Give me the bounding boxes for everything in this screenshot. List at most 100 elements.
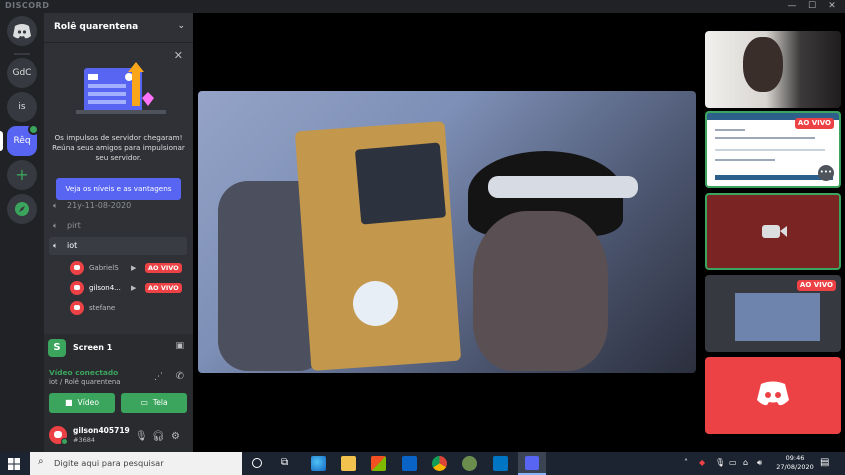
- voice-user-gabriels[interactable]: GabrielS ▶ AO VIVO: [70, 259, 188, 277]
- explore-servers-button[interactable]: [7, 194, 37, 224]
- edge-icon[interactable]: [311, 456, 326, 471]
- clock-time: 09:46: [785, 454, 805, 462]
- network-icon[interactable]: ⌂: [743, 458, 748, 467]
- connection-status[interactable]: Vídeo conectado: [49, 368, 118, 377]
- notifications-icon[interactable]: ▤: [820, 457, 829, 468]
- server-name: Rolê quarentena: [54, 22, 139, 32]
- doc-line: [715, 175, 833, 180]
- video-camera-icon: ▶: [131, 264, 137, 272]
- shared-screen-preview: [735, 293, 820, 341]
- clock-date: 27/08/2020: [776, 463, 814, 471]
- windows-taskbar: ⌕ Digite aqui para pesquisar ⧉ ˄ ◆ 🎙︎ ▭ …: [0, 452, 845, 475]
- video-microcontroller: [354, 142, 447, 225]
- home-button[interactable]: [7, 16, 37, 46]
- video-button[interactable]: ■ Vídeo: [49, 393, 115, 413]
- store-icon[interactable]: [371, 456, 386, 471]
- voice-user-gilson[interactable]: gilson4... ▶ AO VIVO: [70, 279, 188, 297]
- participant-face: [743, 37, 783, 92]
- video-cable: [488, 176, 638, 198]
- file-explorer-icon[interactable]: [341, 456, 356, 471]
- avatar: [70, 301, 84, 315]
- clock[interactable]: 09:46 27/08/2020: [775, 454, 815, 472]
- avatar: [70, 281, 84, 295]
- voice-panel: S Screen 1 ▣ Vídeo conectado iot / Rolê …: [44, 334, 193, 452]
- online-status-icon: [61, 438, 68, 445]
- channel-sidebar: Rolê quarentena ⌄ ✕ Os impulsos de servi…: [44, 13, 193, 452]
- search-icon: ⌕: [38, 456, 44, 467]
- server-list: GdC is Rêq +: [0, 13, 44, 452]
- discord-taskbar-icon: [525, 456, 539, 470]
- antivirus-tray-icon[interactable]: ◆: [699, 458, 705, 467]
- video-camera-icon: ■: [64, 398, 73, 407]
- boost-promo-text: Os impulsos de servidor chegaram! Reúna …: [52, 133, 185, 162]
- mail-icon[interactable]: [402, 456, 417, 471]
- live-badge: AO VIVO: [796, 280, 836, 291]
- boost-illustration-icon: [76, 62, 166, 114]
- doc-line: [715, 129, 745, 131]
- guild-gdc[interactable]: GdC: [7, 58, 37, 88]
- screen-avatar: S: [48, 339, 66, 357]
- guild-req-label: Rêq: [13, 136, 31, 146]
- doc-line: [715, 149, 825, 151]
- add-server-button[interactable]: +: [7, 160, 37, 190]
- voice-user-name: GabrielS: [89, 264, 119, 272]
- minimize-button[interactable]: —: [783, 0, 801, 13]
- focused-video-stream[interactable]: [198, 91, 696, 373]
- video-stage: [193, 13, 702, 452]
- participant-tile-screen[interactable]: AO VIVO •••: [705, 111, 841, 188]
- chrome-icon[interactable]: [432, 456, 447, 471]
- microphone-icon[interactable]: 🎙︎: [135, 431, 148, 442]
- doc-line: [715, 159, 775, 161]
- maximize-button[interactable]: ☐: [803, 0, 821, 13]
- voice-user-stefane[interactable]: stefane: [70, 299, 188, 317]
- close-icon[interactable]: ✕: [174, 49, 183, 62]
- speaker-icon: 🔈︎: [53, 201, 58, 210]
- channel-pirt[interactable]: 🔈︎ pirt: [49, 217, 187, 235]
- video-button-label: Vídeo: [77, 398, 99, 407]
- channel-label: iot: [67, 241, 78, 250]
- guild-is[interactable]: is: [7, 92, 37, 122]
- boost-badge-icon: [28, 124, 39, 135]
- disconnect-call-icon[interactable]: ✆: [176, 371, 184, 382]
- participant-tile-screen-2[interactable]: AO VIVO: [705, 275, 841, 352]
- discord-icon: [13, 24, 31, 39]
- paint-icon[interactable]: [462, 456, 477, 471]
- guild-req[interactable]: Rêq: [7, 124, 39, 156]
- gear-icon[interactable]: ⚙: [171, 431, 180, 442]
- user-discriminator: #3684: [73, 436, 95, 444]
- participant-tile-discord[interactable]: [705, 357, 841, 434]
- arduino-icon[interactable]: [493, 456, 508, 471]
- video-face: [473, 211, 608, 371]
- cortana-icon[interactable]: [252, 458, 262, 468]
- channel-iot[interactable]: 🔈︎ iot: [49, 237, 187, 255]
- speaker-icon: 🔈︎: [53, 241, 58, 250]
- chevron-down-icon: ⌄: [177, 21, 185, 31]
- taskbar-search[interactable]: ⌕ Digite aqui para pesquisar: [30, 452, 242, 475]
- participant-tile-camera-off[interactable]: [705, 193, 841, 270]
- voice-user-name: stefane: [89, 304, 116, 312]
- channel-21y-11-08-2020[interactable]: 🔈︎ 21y-11-08-2020: [49, 197, 187, 215]
- tray-overflow-icon[interactable]: ˄: [684, 458, 688, 467]
- speaker-icon: 🔈︎: [53, 221, 58, 230]
- title-bar: DISCORD — ☐ ✕: [0, 0, 845, 13]
- mic-tray-icon[interactable]: 🎙︎: [715, 458, 725, 467]
- live-badge[interactable]: AO VIVO: [145, 283, 182, 293]
- screen-share-button[interactable]: ▭ Tela: [121, 393, 187, 413]
- battery-icon[interactable]: ▭: [729, 458, 737, 467]
- doc-line: [715, 137, 815, 139]
- video-led: [353, 281, 398, 326]
- volume-icon[interactable]: 🔊︎: [757, 458, 762, 468]
- popout-screen-icon[interactable]: ▣: [175, 341, 184, 351]
- screen-title: Screen 1: [73, 343, 113, 352]
- headphones-icon[interactable]: 🎧︎: [152, 431, 165, 442]
- close-window-button[interactable]: ✕: [823, 0, 841, 13]
- live-badge[interactable]: AO VIVO: [145, 263, 182, 273]
- task-view-icon[interactable]: ⧉: [281, 457, 288, 468]
- noise-suppression-icon[interactable]: ⋰: [154, 372, 163, 382]
- screen-share-icon: ▭: [140, 398, 148, 407]
- more-options-icon[interactable]: •••: [818, 165, 834, 181]
- windows-start-icon[interactable]: [8, 458, 20, 470]
- server-header[interactable]: Rolê quarentena ⌄: [44, 13, 193, 43]
- live-badge: AO VIVO: [794, 118, 834, 129]
- participant-tile-camera[interactable]: [705, 31, 841, 108]
